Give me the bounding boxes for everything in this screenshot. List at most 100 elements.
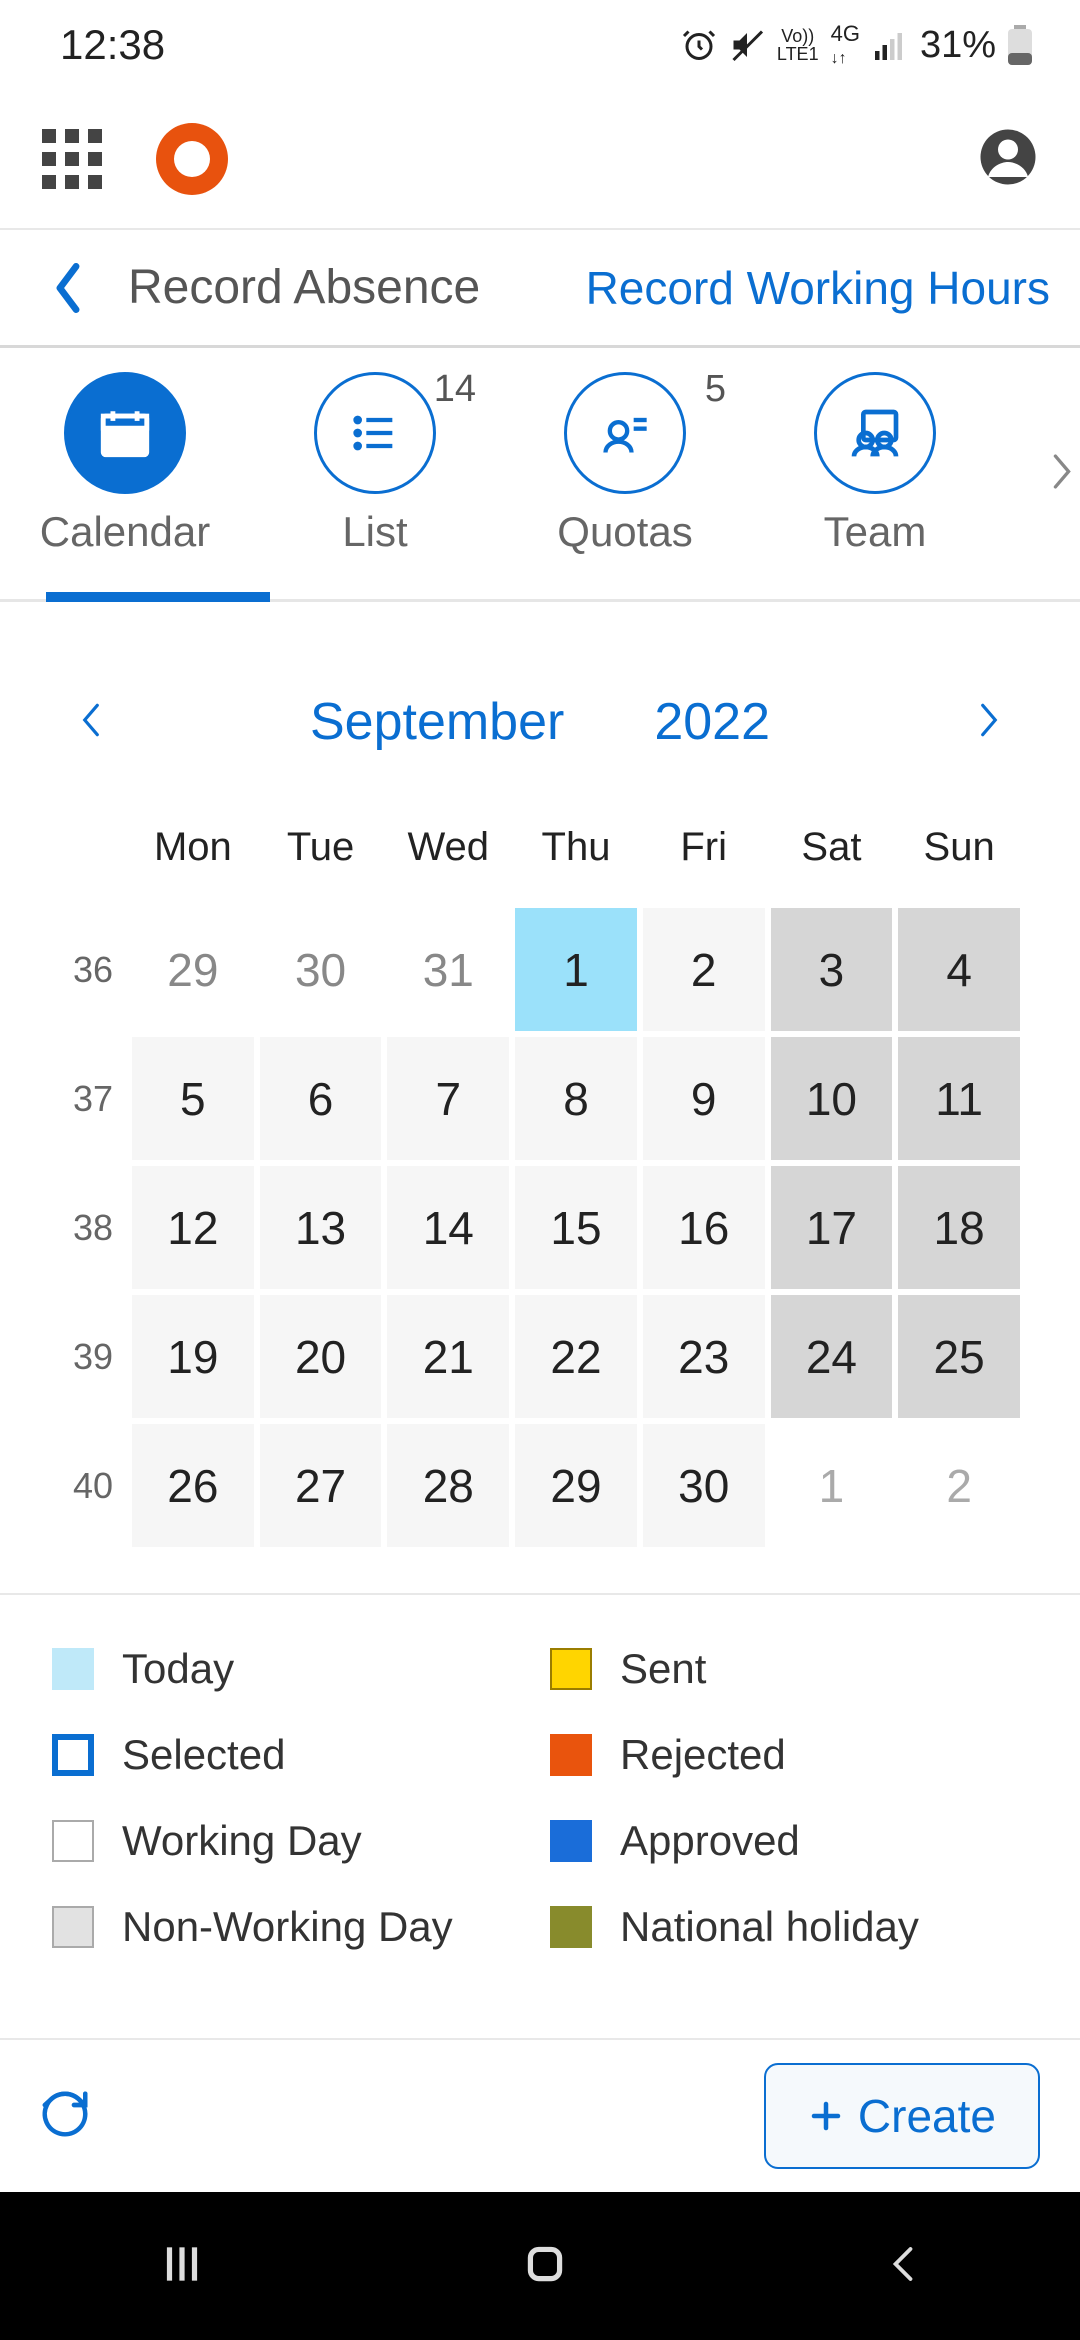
month-label[interactable]: September <box>310 692 564 752</box>
android-nav-bar <box>0 2192 1080 2340</box>
tab-list[interactable]: 14 List <box>250 372 500 556</box>
tabs-scroll-right-icon[interactable] <box>1048 449 1076 498</box>
android-back-icon[interactable] <box>883 2239 923 2294</box>
quotas-icon <box>564 372 686 494</box>
signal-icon <box>872 27 908 63</box>
calendar-day[interactable]: 5 <box>132 1037 254 1160</box>
calendar-day[interactable]: 2 <box>898 1424 1020 1547</box>
legend: Today Sent Selected Rejected Working Day… <box>0 1593 1080 2031</box>
calendar-day[interactable]: 14 <box>387 1166 509 1289</box>
calendar-day[interactable]: 19 <box>132 1295 254 1418</box>
create-button[interactable]: Create <box>764 2063 1040 2169</box>
calendar-day[interactable]: 15 <box>515 1166 637 1289</box>
page-title: Record Absence <box>128 260 480 315</box>
calendar-day[interactable]: 10 <box>771 1037 893 1160</box>
calendar-day[interactable]: 6 <box>260 1037 382 1160</box>
volte-icon: Vo))LTE1 <box>777 27 819 63</box>
calendar-week-row: 37567891011 <box>60 1037 1020 1160</box>
legend-label: Today <box>122 1645 234 1693</box>
calendar-day[interactable]: 4 <box>898 908 1020 1031</box>
calendar-day[interactable]: 2 <box>643 908 765 1031</box>
calendar-day[interactable]: 21 <box>387 1295 509 1418</box>
calendar-day[interactable]: 1 <box>515 908 637 1031</box>
calendar-day[interactable]: 29 <box>515 1424 637 1547</box>
calendar-day[interactable]: 16 <box>643 1166 765 1289</box>
calendar-day[interactable]: 13 <box>260 1166 382 1289</box>
mute-icon <box>729 27 765 63</box>
plus-icon <box>808 2098 844 2134</box>
calendar-day[interactable]: 31 <box>387 908 509 1031</box>
swatch-selected-icon <box>52 1734 94 1776</box>
week-number: 38 <box>60 1166 126 1289</box>
battery-icon <box>1008 25 1032 65</box>
calendar-day[interactable]: 24 <box>771 1295 893 1418</box>
tabs: 14 Calendar 14 List 5 Quotas Team <box>0 348 1080 602</box>
calendar-day[interactable]: 9 <box>643 1037 765 1160</box>
weekday-label: Sat <box>771 825 893 870</box>
swatch-holiday-icon <box>550 1906 592 1948</box>
status-bar: 12:38 Vo))LTE1 4G↓↑ 31% <box>0 0 1080 90</box>
refresh-icon[interactable] <box>38 2087 92 2146</box>
app-logo-icon[interactable] <box>154 121 230 197</box>
svg-text:14: 14 <box>112 427 139 454</box>
week-number: 39 <box>60 1295 126 1418</box>
calendar-day[interactable]: 20 <box>260 1295 382 1418</box>
weekday-label: Thu <box>515 825 637 870</box>
legend-holiday: National holiday <box>550 1903 1028 1951</box>
apps-grid-icon[interactable] <box>42 129 102 189</box>
tab-calendar[interactable]: 14 Calendar <box>0 372 250 556</box>
list-icon <box>314 372 436 494</box>
calendar-week-row: 362930311234 <box>60 908 1020 1031</box>
year-label[interactable]: 2022 <box>654 692 770 752</box>
calendar-day[interactable]: 28 <box>387 1424 509 1547</box>
calendar-day[interactable]: 3 <box>771 908 893 1031</box>
tab-indicator <box>46 592 270 602</box>
calendar-day[interactable]: 7 <box>387 1037 509 1160</box>
network-4g-icon: 4G↓↑ <box>831 23 860 67</box>
calendar-day[interactable]: 22 <box>515 1295 637 1418</box>
next-month-icon[interactable] <box>976 699 1002 746</box>
calendar-week-row: 3812131415161718 <box>60 1166 1020 1289</box>
calendar-day[interactable]: 17 <box>771 1166 893 1289</box>
prev-month-icon[interactable] <box>78 699 104 746</box>
swatch-sent-icon <box>550 1648 592 1690</box>
tab-team[interactable]: Team <box>750 372 1000 556</box>
calendar-icon: 14 <box>64 372 186 494</box>
swatch-nonworking-icon <box>52 1906 94 1948</box>
weekday-header-row: Mon Tue Wed Thu Fri Sat Sun <box>60 812 1020 882</box>
calendar-grid: Mon Tue Wed Thu Fri Sat Sun 362930311234… <box>0 812 1080 1593</box>
calendar-day[interactable]: 12 <box>132 1166 254 1289</box>
record-working-hours-link[interactable]: Record Working Hours <box>586 261 1050 315</box>
calendar-day[interactable]: 1 <box>771 1424 893 1547</box>
legend-working: Working Day <box>52 1817 530 1865</box>
profile-icon[interactable] <box>978 127 1038 192</box>
calendar-day[interactable]: 26 <box>132 1424 254 1547</box>
weekday-label: Fri <box>643 825 765 870</box>
swatch-approved-icon <box>550 1820 592 1862</box>
calendar-day[interactable]: 29 <box>132 908 254 1031</box>
legend-label: National holiday <box>620 1903 919 1951</box>
week-number: 37 <box>60 1037 126 1160</box>
legend-label: Sent <box>620 1645 706 1693</box>
calendar-day[interactable]: 25 <box>898 1295 1020 1418</box>
swatch-today-icon <box>52 1648 94 1690</box>
android-recents-icon[interactable] <box>157 2239 207 2294</box>
weekday-label: Mon <box>132 825 254 870</box>
legend-today: Today <box>52 1645 530 1693</box>
calendar-day[interactable]: 30 <box>643 1424 765 1547</box>
legend-approved: Approved <box>550 1817 1028 1865</box>
tab-quotas[interactable]: 5 Quotas <box>500 372 750 556</box>
create-button-label: Create <box>858 2089 996 2143</box>
calendar-week-row: 40262728293012 <box>60 1424 1020 1547</box>
android-home-icon[interactable] <box>520 2239 570 2294</box>
calendar-day[interactable]: 27 <box>260 1424 382 1547</box>
calendar-week-row: 3919202122232425 <box>60 1295 1020 1418</box>
calendar-day[interactable]: 18 <box>898 1166 1020 1289</box>
calendar-day[interactable]: 23 <box>643 1295 765 1418</box>
team-icon <box>814 372 936 494</box>
calendar-day[interactable]: 8 <box>515 1037 637 1160</box>
swatch-working-icon <box>52 1820 94 1862</box>
calendar-day[interactable]: 11 <box>898 1037 1020 1160</box>
calendar-day[interactable]: 30 <box>260 908 382 1031</box>
back-icon[interactable] <box>38 258 98 318</box>
